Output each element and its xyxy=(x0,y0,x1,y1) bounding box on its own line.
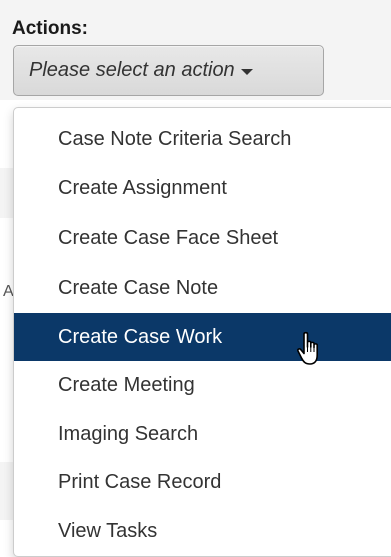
menu-item-create-meeting[interactable]: Create Meeting xyxy=(14,361,391,409)
action-dropdown-menu: Case Note Criteria Search Create Assignm… xyxy=(13,107,391,557)
hand-pointer-icon xyxy=(297,331,318,365)
menu-item-create-case-note[interactable]: Create Case Note xyxy=(14,264,391,312)
action-select-button[interactable]: Please select an action xyxy=(13,45,324,96)
menu-item-print-case-record[interactable]: Print Case Record xyxy=(14,458,391,506)
menu-item-create-assignment[interactable]: Create Assignment xyxy=(14,164,391,212)
menu-item-create-case-face-sheet[interactable]: Create Case Face Sheet xyxy=(14,214,391,262)
chevron-down-icon xyxy=(240,69,253,75)
action-select-placeholder: Please select an action xyxy=(29,59,235,81)
menu-item-imaging-search[interactable]: Imaging Search xyxy=(14,410,391,458)
menu-item-case-note-criteria-search[interactable]: Case Note Criteria Search xyxy=(14,115,391,163)
menu-item-create-case-work[interactable]: Create Case Work xyxy=(14,313,391,361)
actions-label: Actions: xyxy=(12,18,88,39)
